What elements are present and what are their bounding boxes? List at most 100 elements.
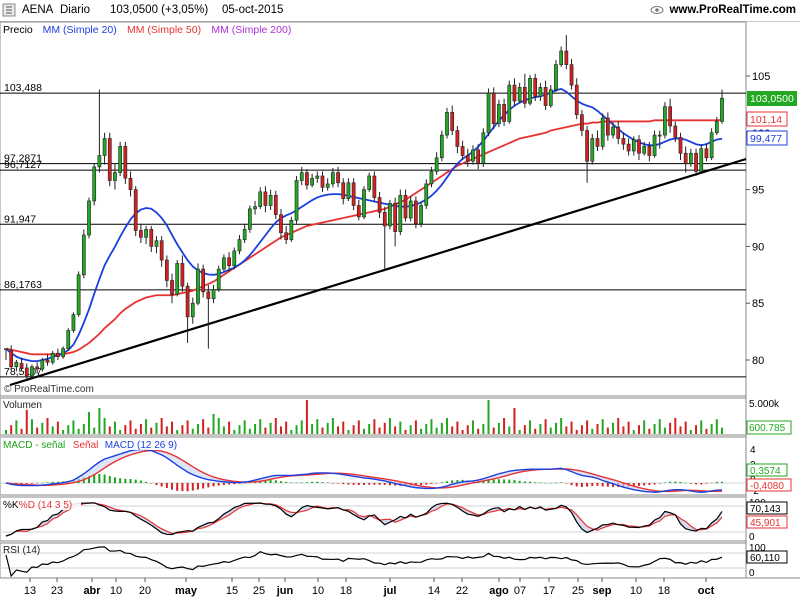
x-axis-labels: 13 23 abr 10 20 may 15 25 jun 10 18 jul 14 22 ago 07 17 2… bbox=[24, 578, 715, 597]
macd-hist-bar bbox=[700, 483, 703, 485]
volume-bar bbox=[440, 422, 443, 434]
macd-hist-bar bbox=[321, 482, 324, 483]
macd-pos-box: 0,3574 bbox=[746, 463, 788, 477]
rsi-tick-0: 0 bbox=[749, 568, 755, 579]
volume-bar bbox=[51, 426, 54, 434]
volume-bar bbox=[82, 424, 85, 434]
macd-hist-bar bbox=[243, 483, 246, 484]
volume-bar bbox=[217, 418, 220, 434]
macd-legend-entry[interactable]: Señal bbox=[73, 440, 99, 451]
volume-bar bbox=[409, 425, 412, 434]
macd-hist-bar bbox=[695, 483, 698, 485]
x-axis-label: 10 bbox=[110, 585, 122, 597]
x-axis-label: 13 bbox=[24, 585, 36, 597]
volume-bar bbox=[710, 424, 713, 434]
legend-entry[interactable]: MM (Simple 20) bbox=[43, 24, 117, 36]
volume-bar bbox=[549, 427, 552, 434]
volume-bar bbox=[357, 420, 360, 434]
volume-bar bbox=[721, 427, 723, 434]
volume-bar bbox=[461, 430, 464, 434]
macd-hist-bar bbox=[684, 482, 687, 484]
macd-hist-bar bbox=[513, 480, 516, 483]
legend-entry[interactable]: Precio bbox=[3, 24, 33, 36]
candle bbox=[50, 350, 55, 365]
volume-bar bbox=[67, 425, 70, 434]
macd-hist-bar bbox=[108, 476, 111, 483]
stoch-legend-entry[interactable]: %K bbox=[3, 500, 19, 511]
volume-bar bbox=[259, 419, 262, 434]
volume-value-text: 600.785 bbox=[749, 423, 786, 434]
price-value-box: 103,0500 bbox=[747, 91, 797, 106]
volume-bar bbox=[414, 420, 417, 434]
macd-hist-bar bbox=[446, 481, 449, 483]
volume-bar bbox=[326, 422, 329, 434]
macd-legend-entry[interactable]: MACD (12 26 9) bbox=[105, 440, 177, 451]
level-label: 96,7127 bbox=[4, 159, 42, 171]
price-tick-label: 85 bbox=[752, 298, 764, 310]
volume-bar bbox=[352, 425, 355, 434]
macd-hist-bar bbox=[186, 483, 189, 492]
macd-hist-bar bbox=[165, 483, 168, 488]
stoch-legend-entry[interactable]: %D (14 3 5) bbox=[19, 500, 72, 511]
macd-hist-bar bbox=[575, 483, 578, 487]
candle bbox=[232, 247, 237, 270]
macd-hist-bar bbox=[435, 483, 438, 484]
volume-bar bbox=[518, 430, 521, 434]
volume-bar bbox=[331, 418, 334, 434]
macd-hist-bar bbox=[705, 483, 708, 484]
volume-bar bbox=[290, 430, 293, 434]
volume-bar bbox=[394, 426, 397, 434]
macd-hist-bar bbox=[295, 482, 298, 484]
macd-legend-entry[interactable]: MACD - señal bbox=[3, 440, 65, 451]
volume-bar bbox=[544, 419, 547, 434]
macd-hist-bar bbox=[342, 483, 345, 485]
volume-bar bbox=[492, 427, 495, 434]
volume-bar bbox=[316, 419, 319, 434]
price-tick-label: 80 bbox=[752, 355, 764, 367]
macd-hist-bar bbox=[357, 483, 360, 485]
volume-bar bbox=[222, 426, 225, 434]
volume-bar bbox=[632, 430, 635, 434]
macd-hist-bar bbox=[119, 478, 122, 483]
volume-bar bbox=[93, 427, 96, 434]
volume-bar bbox=[373, 419, 376, 434]
legend-entry[interactable]: MM (Simple 50) bbox=[127, 24, 201, 36]
volume-bar bbox=[145, 419, 148, 434]
candle bbox=[107, 132, 112, 187]
volume-bar bbox=[150, 427, 153, 434]
stoch-k-text: 70,143 bbox=[750, 504, 781, 515]
volume-bar bbox=[56, 421, 59, 434]
volume-bar bbox=[612, 422, 615, 434]
macd-hist-bar bbox=[580, 483, 583, 487]
price-value-text: 103,0500 bbox=[750, 93, 794, 105]
volume-bar bbox=[622, 426, 625, 434]
macd-hist-bar bbox=[430, 483, 433, 484]
volume-bar bbox=[171, 421, 174, 434]
macd-hist-bar bbox=[41, 482, 44, 484]
volume-bar bbox=[446, 418, 449, 434]
legend-entry[interactable]: MM (Simple 200) bbox=[211, 24, 291, 36]
macd-hist-bar bbox=[331, 483, 334, 484]
stochastic-panel bbox=[0, 496, 747, 542]
macd-hist-bar bbox=[378, 483, 381, 485]
volume-bar bbox=[425, 424, 428, 434]
volume-bar bbox=[648, 428, 651, 434]
price-tick-label: 105 bbox=[752, 71, 770, 83]
macd-hist-bar bbox=[352, 483, 355, 485]
stoch-legend: %K %D (14 3 5) bbox=[1, 498, 81, 511]
stoch-d-text: 45,901 bbox=[750, 518, 781, 529]
volume-bar bbox=[129, 420, 132, 434]
macd-hist-bar bbox=[570, 483, 573, 486]
chart-canvas[interactable]: 103,48897,287196,712791,94786,176378,510… bbox=[0, 0, 800, 600]
volume-bar bbox=[596, 424, 599, 434]
volume-bar bbox=[679, 426, 682, 434]
candle bbox=[76, 271, 81, 317]
candle bbox=[439, 130, 444, 162]
volume-bar bbox=[165, 426, 168, 434]
volume-value-box: 600.785 bbox=[746, 420, 792, 435]
volume-bar bbox=[637, 425, 640, 434]
volume-bar bbox=[98, 408, 101, 434]
volume-bar bbox=[72, 420, 75, 434]
candle bbox=[118, 141, 123, 176]
candle bbox=[491, 87, 496, 130]
